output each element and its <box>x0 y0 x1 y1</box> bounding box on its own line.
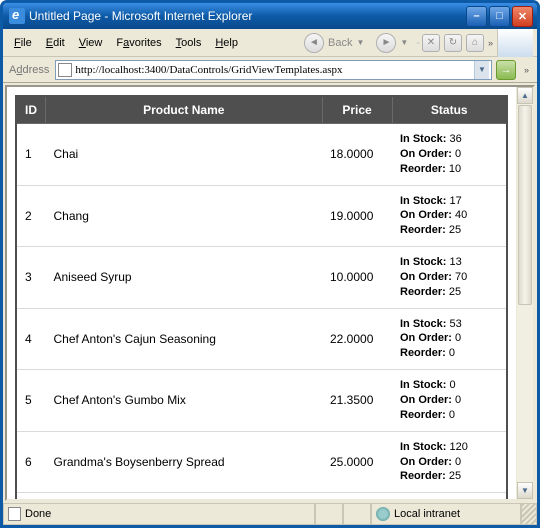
cell-price: 30.0000 <box>322 493 392 499</box>
header-status: Status <box>392 96 507 124</box>
cell-id: 5 <box>16 370 46 432</box>
scroll-up-button[interactable]: ▲ <box>517 87 533 104</box>
products-grid: ID Product Name Price Status 1Chai18.000… <box>15 95 508 499</box>
cell-name: Chef Anton's Gumbo Mix <box>46 370 323 432</box>
back-icon: ◄ <box>304 33 324 53</box>
menu-tools[interactable]: Tools <box>169 34 209 52</box>
menu-favorites[interactable]: Favorites <box>109 34 168 52</box>
home-button[interactable]: ⌂ <box>466 34 484 52</box>
chevron-down-icon: ▼ <box>400 38 408 47</box>
cell-status: In Stock: 0On Order: 0Reorder: 0 <box>392 370 507 432</box>
maximize-button[interactable]: □ <box>489 6 510 27</box>
cell-price: 22.0000 <box>322 308 392 370</box>
table-row: 1Chai18.0000In Stock: 36On Order: 0Reord… <box>16 124 507 186</box>
scroll-down-button[interactable]: ▼ <box>517 482 533 499</box>
table-row: 4Chef Anton's Cajun Seasoning22.0000In S… <box>16 308 507 370</box>
menu-file[interactable]: File <box>7 34 39 52</box>
address-label: Address <box>7 64 51 76</box>
address-dropdown[interactable]: ▼ <box>474 61 489 79</box>
cell-price: 21.3500 <box>322 370 392 432</box>
cell-id: 1 <box>16 124 46 186</box>
cell-id: 7 <box>16 493 46 499</box>
forward-button[interactable]: ► ▼ <box>370 31 414 55</box>
separator: - <box>416 37 420 49</box>
stop-button[interactable]: ✕ <box>422 34 440 52</box>
cell-name: Uncle Bob's Organic Dried Pears <box>46 493 323 499</box>
table-row: 2Chang19.0000In Stock: 17On Order: 40Reo… <box>16 185 507 247</box>
ie-logo-icon <box>497 29 533 57</box>
address-overflow[interactable]: » <box>524 65 529 75</box>
cell-status: In Stock: 36On Order: 0Reorder: 10 <box>392 124 507 186</box>
cell-status: In Stock: 15On Order: 0Reorder: 10 <box>392 493 507 499</box>
cell-name: Chang <box>46 185 323 247</box>
window-title: Untitled Page - Microsoft Internet Explo… <box>29 9 466 23</box>
close-button[interactable]: ✕ <box>512 6 533 27</box>
table-row: 3Aniseed Syrup10.0000In Stock: 13On Orde… <box>16 247 507 309</box>
refresh-button[interactable]: ↻ <box>444 34 462 52</box>
titlebar[interactable]: Untitled Page - Microsoft Internet Explo… <box>3 3 537 29</box>
cell-name: Grandma's Boysenberry Spread <box>46 431 323 493</box>
toolbar-overflow[interactable]: » <box>488 38 493 48</box>
menubar: File Edit View Favorites Tools Help ◄ Ba… <box>3 29 537 57</box>
scroll-thumb[interactable] <box>518 105 532 305</box>
cell-price: 25.0000 <box>322 431 392 493</box>
cell-price: 19.0000 <box>322 185 392 247</box>
address-bar: Address ▼ → » <box>3 57 537 83</box>
zone-text: Local intranet <box>394 508 460 520</box>
cell-id: 4 <box>16 308 46 370</box>
cell-id: 3 <box>16 247 46 309</box>
page-icon <box>58 63 72 77</box>
cell-status: In Stock: 17On Order: 40Reorder: 25 <box>392 185 507 247</box>
chevron-down-icon: ▼ <box>356 38 364 47</box>
cell-name: Chef Anton's Cajun Seasoning <box>46 308 323 370</box>
cell-price: 18.0000 <box>322 124 392 186</box>
document-icon <box>8 507 21 521</box>
menu-help[interactable]: Help <box>208 34 245 52</box>
go-button[interactable]: → <box>496 60 516 80</box>
back-button[interactable]: ◄ Back ▼ <box>298 31 370 55</box>
header-price: Price <box>322 96 392 124</box>
statusbar: Done Local intranet <box>3 503 537 525</box>
cell-price: 10.0000 <box>322 247 392 309</box>
table-row: 6Grandma's Boysenberry Spread25.0000In S… <box>16 431 507 493</box>
menu-edit[interactable]: Edit <box>39 34 72 52</box>
cell-status: In Stock: 13On Order: 70Reorder: 25 <box>392 247 507 309</box>
back-label: Back <box>328 37 352 49</box>
cell-name: Chai <box>46 124 323 186</box>
cell-status: In Stock: 120On Order: 0Reorder: 25 <box>392 431 507 493</box>
zone-icon <box>376 507 390 521</box>
forward-icon: ► <box>376 33 396 53</box>
header-name: Product Name <box>46 96 323 124</box>
content-area: ID Product Name Price Status 1Chai18.000… <box>5 85 535 501</box>
table-row: 5Chef Anton's Gumbo Mix21.3500In Stock: … <box>16 370 507 432</box>
cell-id: 2 <box>16 185 46 247</box>
cell-id: 6 <box>16 431 46 493</box>
resize-grip[interactable] <box>521 504 537 525</box>
address-input-container: ▼ <box>55 60 492 80</box>
grid-header-row: ID Product Name Price Status <box>16 96 507 124</box>
vertical-scrollbar[interactable]: ▲ ▼ <box>516 87 533 499</box>
cell-name: Aniseed Syrup <box>46 247 323 309</box>
table-row: 7Uncle Bob's Organic Dried Pears30.0000I… <box>16 493 507 499</box>
header-id: ID <box>16 96 46 124</box>
menu-view[interactable]: View <box>72 34 110 52</box>
ie-app-icon <box>9 8 25 24</box>
cell-status: In Stock: 53On Order: 0Reorder: 0 <box>392 308 507 370</box>
minimize-button[interactable]: – <box>466 6 487 27</box>
status-text: Done <box>25 508 51 520</box>
address-input[interactable] <box>75 64 474 76</box>
